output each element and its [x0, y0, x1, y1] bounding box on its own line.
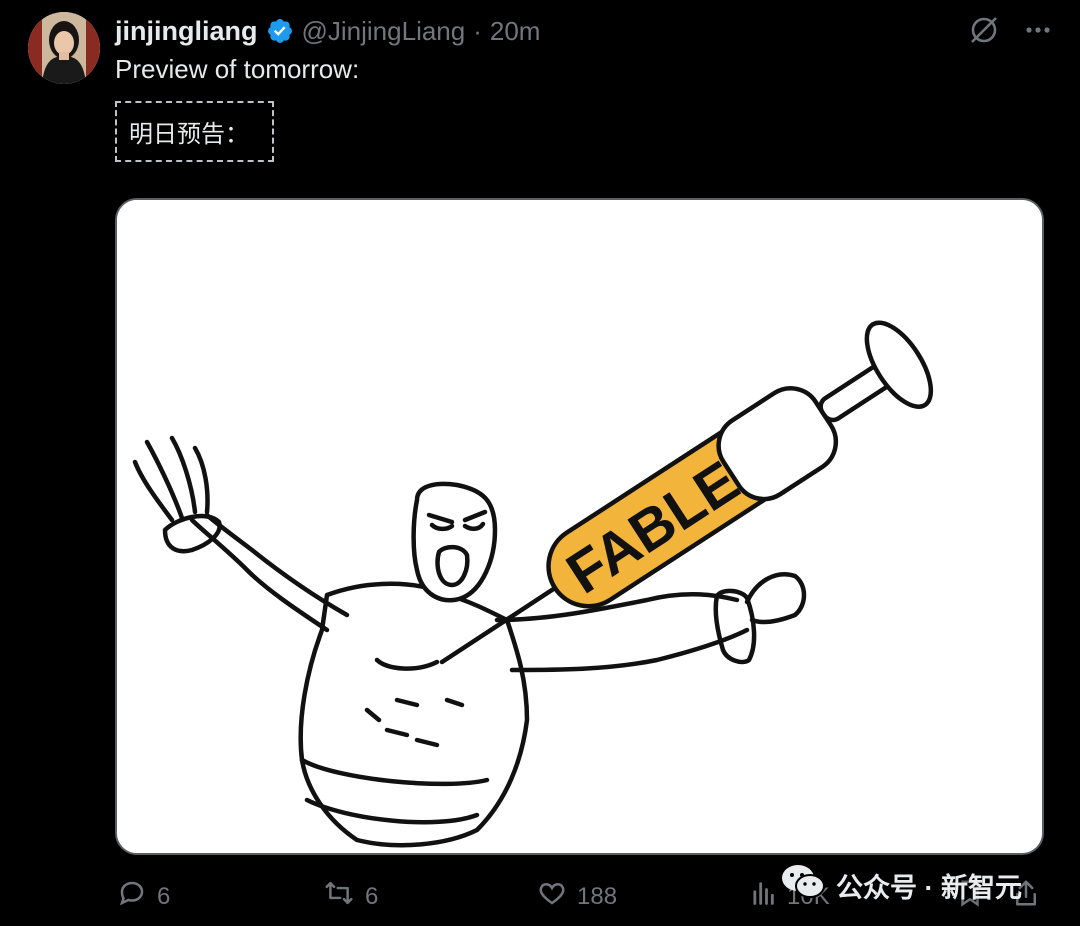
tweet-text: Preview of tomorrow:	[115, 54, 360, 84]
avatar[interactable]	[28, 12, 100, 84]
like-button[interactable]: 188	[537, 878, 617, 915]
heart-icon	[537, 878, 567, 915]
translation-box: 明日预告：	[115, 101, 274, 162]
views-icon	[749, 878, 777, 915]
watermark-text: 公众号 · 新智元	[836, 873, 1022, 903]
reply-icon	[117, 878, 147, 915]
reply-count: 6	[157, 882, 171, 910]
tweet-header: jinjingliang @JinjingLiang · 20m	[115, 14, 540, 48]
translation-text: 明日预告：	[129, 121, 249, 148]
separator: ·	[473, 15, 482, 46]
tweet-media[interactable]: FABLE	[115, 198, 1044, 855]
wechat-icon	[780, 862, 826, 909]
wechat-watermark: 公众号 · 新智元	[780, 862, 1022, 909]
top-actions	[968, 14, 1052, 51]
more-icon[interactable]	[1024, 16, 1052, 49]
repost-icon	[323, 878, 355, 915]
timestamp[interactable]: 20m	[490, 16, 541, 47]
reply-button[interactable]: 6	[117, 878, 170, 915]
avatar-image	[28, 12, 100, 84]
grok-icon[interactable]	[968, 14, 1000, 51]
repost-button[interactable]: 6	[323, 878, 378, 915]
display-name[interactable]: jinjingliang	[115, 16, 258, 47]
verified-badge-icon	[266, 17, 294, 45]
repost-count: 6	[365, 882, 379, 910]
like-count: 188	[577, 882, 618, 910]
meme-illustration: FABLE	[117, 200, 1042, 853]
handle[interactable]: @JinjingLiang	[302, 16, 466, 47]
